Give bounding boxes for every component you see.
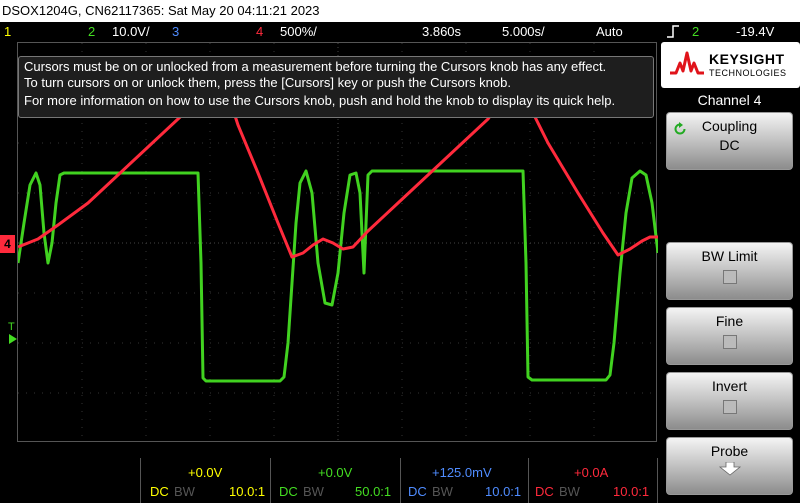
ch4-number[interactable]: 4 xyxy=(256,22,263,41)
ch4-offset[interactable]: +0.0A xyxy=(574,465,608,480)
ch1-bw: BW xyxy=(174,484,195,499)
trigger-arrow-icon xyxy=(9,334,17,344)
time-offset[interactable]: 3.860s xyxy=(422,22,461,41)
invert-label: Invert xyxy=(711,378,747,394)
bw-limit-label: BW Limit xyxy=(701,248,758,264)
ch2-waveform xyxy=(18,169,658,383)
trigger-mode[interactable]: Auto xyxy=(596,22,623,41)
ch1-offset[interactable]: +0.0V xyxy=(188,465,222,480)
ch2-coupling: DC xyxy=(279,484,298,499)
coupling-softkey[interactable]: Coupling DC xyxy=(666,112,793,170)
ch3-probe: 10.0:1 xyxy=(485,484,522,499)
fine-softkey[interactable]: Fine xyxy=(666,307,793,365)
logo-subtitle: TECHNOLOGIES xyxy=(709,68,787,78)
fine-label: Fine xyxy=(715,313,744,329)
rotate-knob-icon xyxy=(674,122,686,135)
title-bar: DSOX1204G, CN62117365: Sat May 20 04:11:… xyxy=(0,0,800,22)
ch4-scale[interactable]: 500%/ xyxy=(280,22,317,41)
status-bar: 1 2 10.0V/ 3 4 500%/ 3.860s 5.000s/ Auto… xyxy=(0,22,800,51)
timebase-scale[interactable]: 5.000s/ xyxy=(502,22,545,41)
menu-title: Channel 4 xyxy=(697,92,762,108)
ch4-probe: 10.0:1 xyxy=(613,484,650,499)
message-line: For more information on how to use the C… xyxy=(24,93,616,108)
quick-help-message: Cursors must be on or unlocked from a me… xyxy=(18,56,654,118)
probe-softkey[interactable]: Probe xyxy=(666,437,793,495)
ch2-number[interactable]: 2 xyxy=(88,22,95,41)
ch3-number[interactable]: 3 xyxy=(172,22,179,41)
trigger-level[interactable]: -19.4V xyxy=(736,22,774,41)
ch1-probe: 10.0:1 xyxy=(229,484,266,499)
bw-limit-checkbox[interactable] xyxy=(722,270,737,284)
message-line: Cursors must be on or unlocked from a me… xyxy=(24,59,607,74)
ch4-coupling: DC xyxy=(535,484,554,499)
divider xyxy=(400,458,401,503)
invert-softkey[interactable]: Invert xyxy=(666,372,793,430)
keysight-wave-icon xyxy=(670,51,704,75)
trigger-level-marker[interactable]: T xyxy=(8,322,15,333)
divider xyxy=(140,458,141,503)
ch2-probe: 50.0:1 xyxy=(355,484,392,499)
divider xyxy=(270,458,271,503)
divider xyxy=(528,458,529,503)
ch2-offset[interactable]: +0.0V xyxy=(318,465,352,480)
coupling-value: DC xyxy=(719,137,740,153)
channel-info-bar: +0.0V DC BW 10.0:1 +0.0V DC BW 50.0:1 +1… xyxy=(0,458,659,503)
arrow-down-icon xyxy=(718,462,741,476)
ch4-bw: BW xyxy=(559,484,580,499)
ch3-bw: BW xyxy=(432,484,453,499)
trigger-edge-icon xyxy=(667,25,679,38)
bw-limit-softkey[interactable]: BW Limit xyxy=(666,242,793,300)
invert-checkbox[interactable] xyxy=(722,400,737,414)
ch3-coupling: DC xyxy=(408,484,427,499)
ch2-bw: BW xyxy=(303,484,324,499)
ch1-coupling: DC xyxy=(150,484,169,499)
fine-checkbox[interactable] xyxy=(722,335,737,349)
divider xyxy=(657,458,658,503)
title-text: DSOX1204G, CN62117365: Sat May 20 04:11:… xyxy=(2,3,320,18)
logo-brand: KEYSIGHT xyxy=(709,51,785,67)
keysight-logo: KEYSIGHT TECHNOLOGIES xyxy=(661,42,800,88)
trigger-channel[interactable]: 2 xyxy=(692,22,699,41)
probe-label: Probe xyxy=(710,443,749,459)
message-line: To turn cursors on or unlock them, press… xyxy=(24,75,511,90)
ch4-ground-marker[interactable]: 4 xyxy=(0,235,15,253)
ch2-scale[interactable]: 10.0V/ xyxy=(112,22,150,41)
ch3-offset[interactable]: +125.0mV xyxy=(432,465,492,480)
ch1-number[interactable]: 1 xyxy=(4,22,11,41)
